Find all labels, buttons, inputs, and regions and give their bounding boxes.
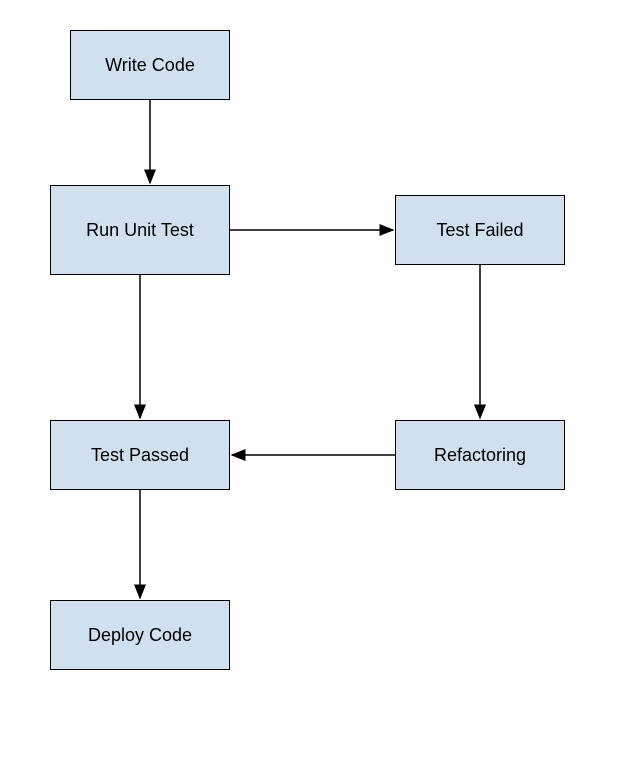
node-label: Deploy Code — [88, 625, 192, 646]
node-label: Test Passed — [91, 445, 189, 466]
node-test-passed: Test Passed — [50, 420, 230, 490]
node-label: Refactoring — [434, 445, 526, 466]
node-test-failed: Test Failed — [395, 195, 565, 265]
node-label: Write Code — [105, 55, 195, 76]
node-deploy-code: Deploy Code — [50, 600, 230, 670]
node-label: Run Unit Test — [86, 220, 194, 241]
node-run-unit-test: Run Unit Test — [50, 185, 230, 275]
node-label: Test Failed — [436, 220, 523, 241]
node-refactoring: Refactoring — [395, 420, 565, 490]
node-write-code: Write Code — [70, 30, 230, 100]
